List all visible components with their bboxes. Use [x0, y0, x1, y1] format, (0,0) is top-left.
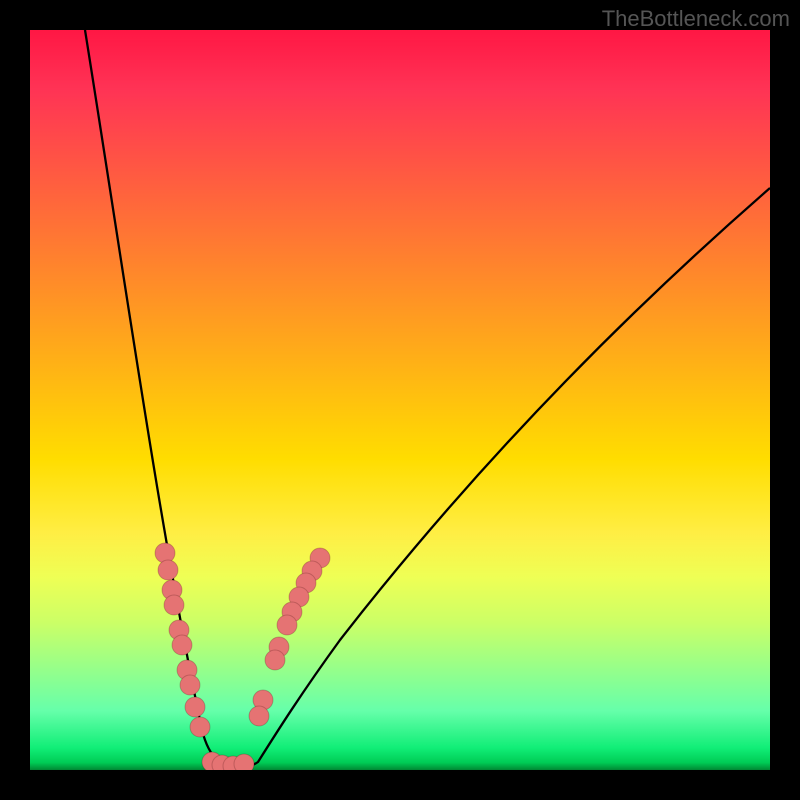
data-dot	[234, 754, 254, 770]
data-dot	[253, 690, 273, 710]
left-curve	[85, 30, 235, 766]
data-dot	[212, 755, 232, 770]
data-dot	[164, 595, 184, 615]
data-dot	[296, 573, 316, 593]
curve-group	[85, 30, 770, 767]
curve-overlay	[30, 30, 770, 770]
data-dot	[282, 602, 302, 622]
dot-group	[155, 543, 330, 770]
data-dot	[289, 587, 309, 607]
data-dot	[190, 717, 210, 737]
data-dot	[202, 752, 222, 770]
data-dot	[169, 620, 189, 640]
data-dot	[177, 660, 197, 680]
data-dot	[249, 706, 269, 726]
data-dot	[158, 560, 178, 580]
data-dot	[302, 561, 322, 581]
right-curve	[236, 188, 770, 767]
data-dot	[310, 548, 330, 568]
plot-area	[30, 30, 770, 770]
data-dot	[172, 635, 192, 655]
data-dot	[162, 580, 182, 600]
data-dot	[185, 697, 205, 717]
watermark-label: TheBottleneck.com	[602, 6, 790, 32]
data-dot	[223, 756, 243, 770]
data-dot	[269, 637, 289, 657]
data-dot	[265, 650, 285, 670]
data-dot	[155, 543, 175, 563]
data-dot	[180, 675, 200, 695]
data-dot	[277, 615, 297, 635]
chart-container: TheBottleneck.com	[0, 0, 800, 800]
